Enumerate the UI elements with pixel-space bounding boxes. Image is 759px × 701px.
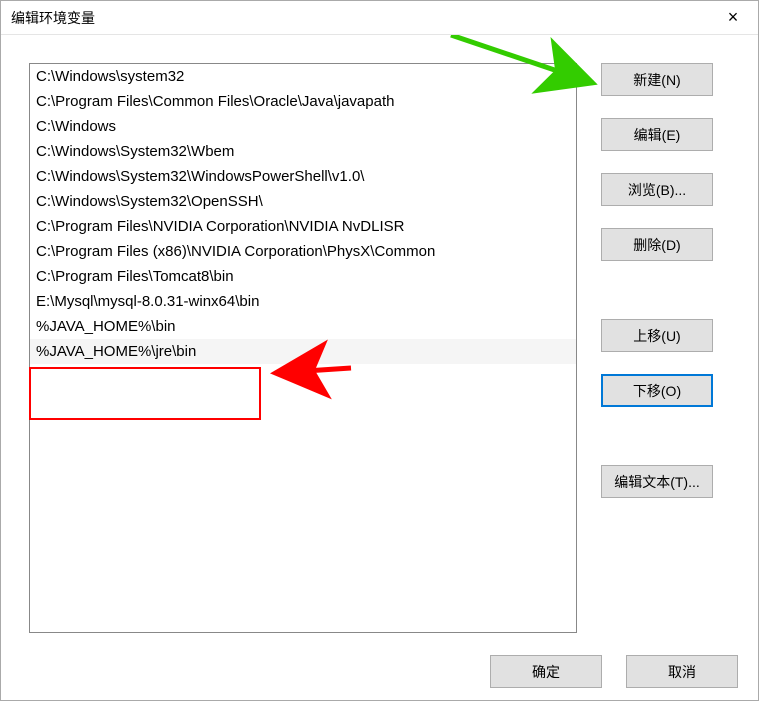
- delete-button[interactable]: 删除(D): [601, 228, 713, 261]
- ok-button[interactable]: 确定: [490, 655, 602, 688]
- button-column: 新建(N) 编辑(E) 浏览(B)... 删除(D) 上移(U) 下移(O) 编…: [601, 63, 713, 645]
- path-entry[interactable]: C:\Windows\System32\WindowsPowerShell\v1…: [30, 164, 576, 189]
- path-entry[interactable]: E:\Mysql\mysql-8.0.31-winx64\bin: [30, 289, 576, 314]
- titlebar: 编辑环境变量 ×: [1, 1, 758, 35]
- cancel-button[interactable]: 取消: [626, 655, 738, 688]
- new-button[interactable]: 新建(N): [601, 63, 713, 96]
- path-entry[interactable]: %JAVA_HOME%\bin: [30, 314, 576, 339]
- close-icon: ×: [728, 7, 739, 28]
- path-listbox[interactable]: C:\Windows\system32C:\Program Files\Comm…: [29, 63, 577, 633]
- content-area: C:\Windows\system32C:\Program Files\Comm…: [1, 35, 758, 655]
- path-entry[interactable]: C:\Program Files\NVIDIA Corporation\NVID…: [30, 214, 576, 239]
- path-entry[interactable]: C:\Windows\System32\Wbem: [30, 139, 576, 164]
- path-entry[interactable]: %JAVA_HOME%\jre\bin: [30, 339, 576, 364]
- highlight-box: [29, 367, 261, 420]
- path-entry[interactable]: C:\Windows\System32\OpenSSH\: [30, 189, 576, 214]
- spacer: [601, 429, 713, 465]
- window-title: 编辑环境变量: [11, 8, 95, 28]
- env-var-dialog: 编辑环境变量 × C:\Windows\system32C:\Program F…: [0, 0, 759, 701]
- edit-button[interactable]: 编辑(E): [601, 118, 713, 151]
- path-entry[interactable]: C:\Program Files\Tomcat8\bin: [30, 264, 576, 289]
- path-entry[interactable]: C:\Program Files\Common Files\Oracle\Jav…: [30, 89, 576, 114]
- path-entry[interactable]: C:\Windows\system32: [30, 64, 576, 89]
- edit-text-button[interactable]: 编辑文本(T)...: [601, 465, 713, 498]
- close-button[interactable]: ×: [708, 1, 758, 34]
- move-up-button[interactable]: 上移(U): [601, 319, 713, 352]
- footer: 确定 取消: [1, 655, 758, 700]
- spacer: [601, 283, 713, 319]
- path-entry[interactable]: C:\Program Files (x86)\NVIDIA Corporatio…: [30, 239, 576, 264]
- move-down-button[interactable]: 下移(O): [601, 374, 713, 407]
- browse-button[interactable]: 浏览(B)...: [601, 173, 713, 206]
- path-entry[interactable]: C:\Windows: [30, 114, 576, 139]
